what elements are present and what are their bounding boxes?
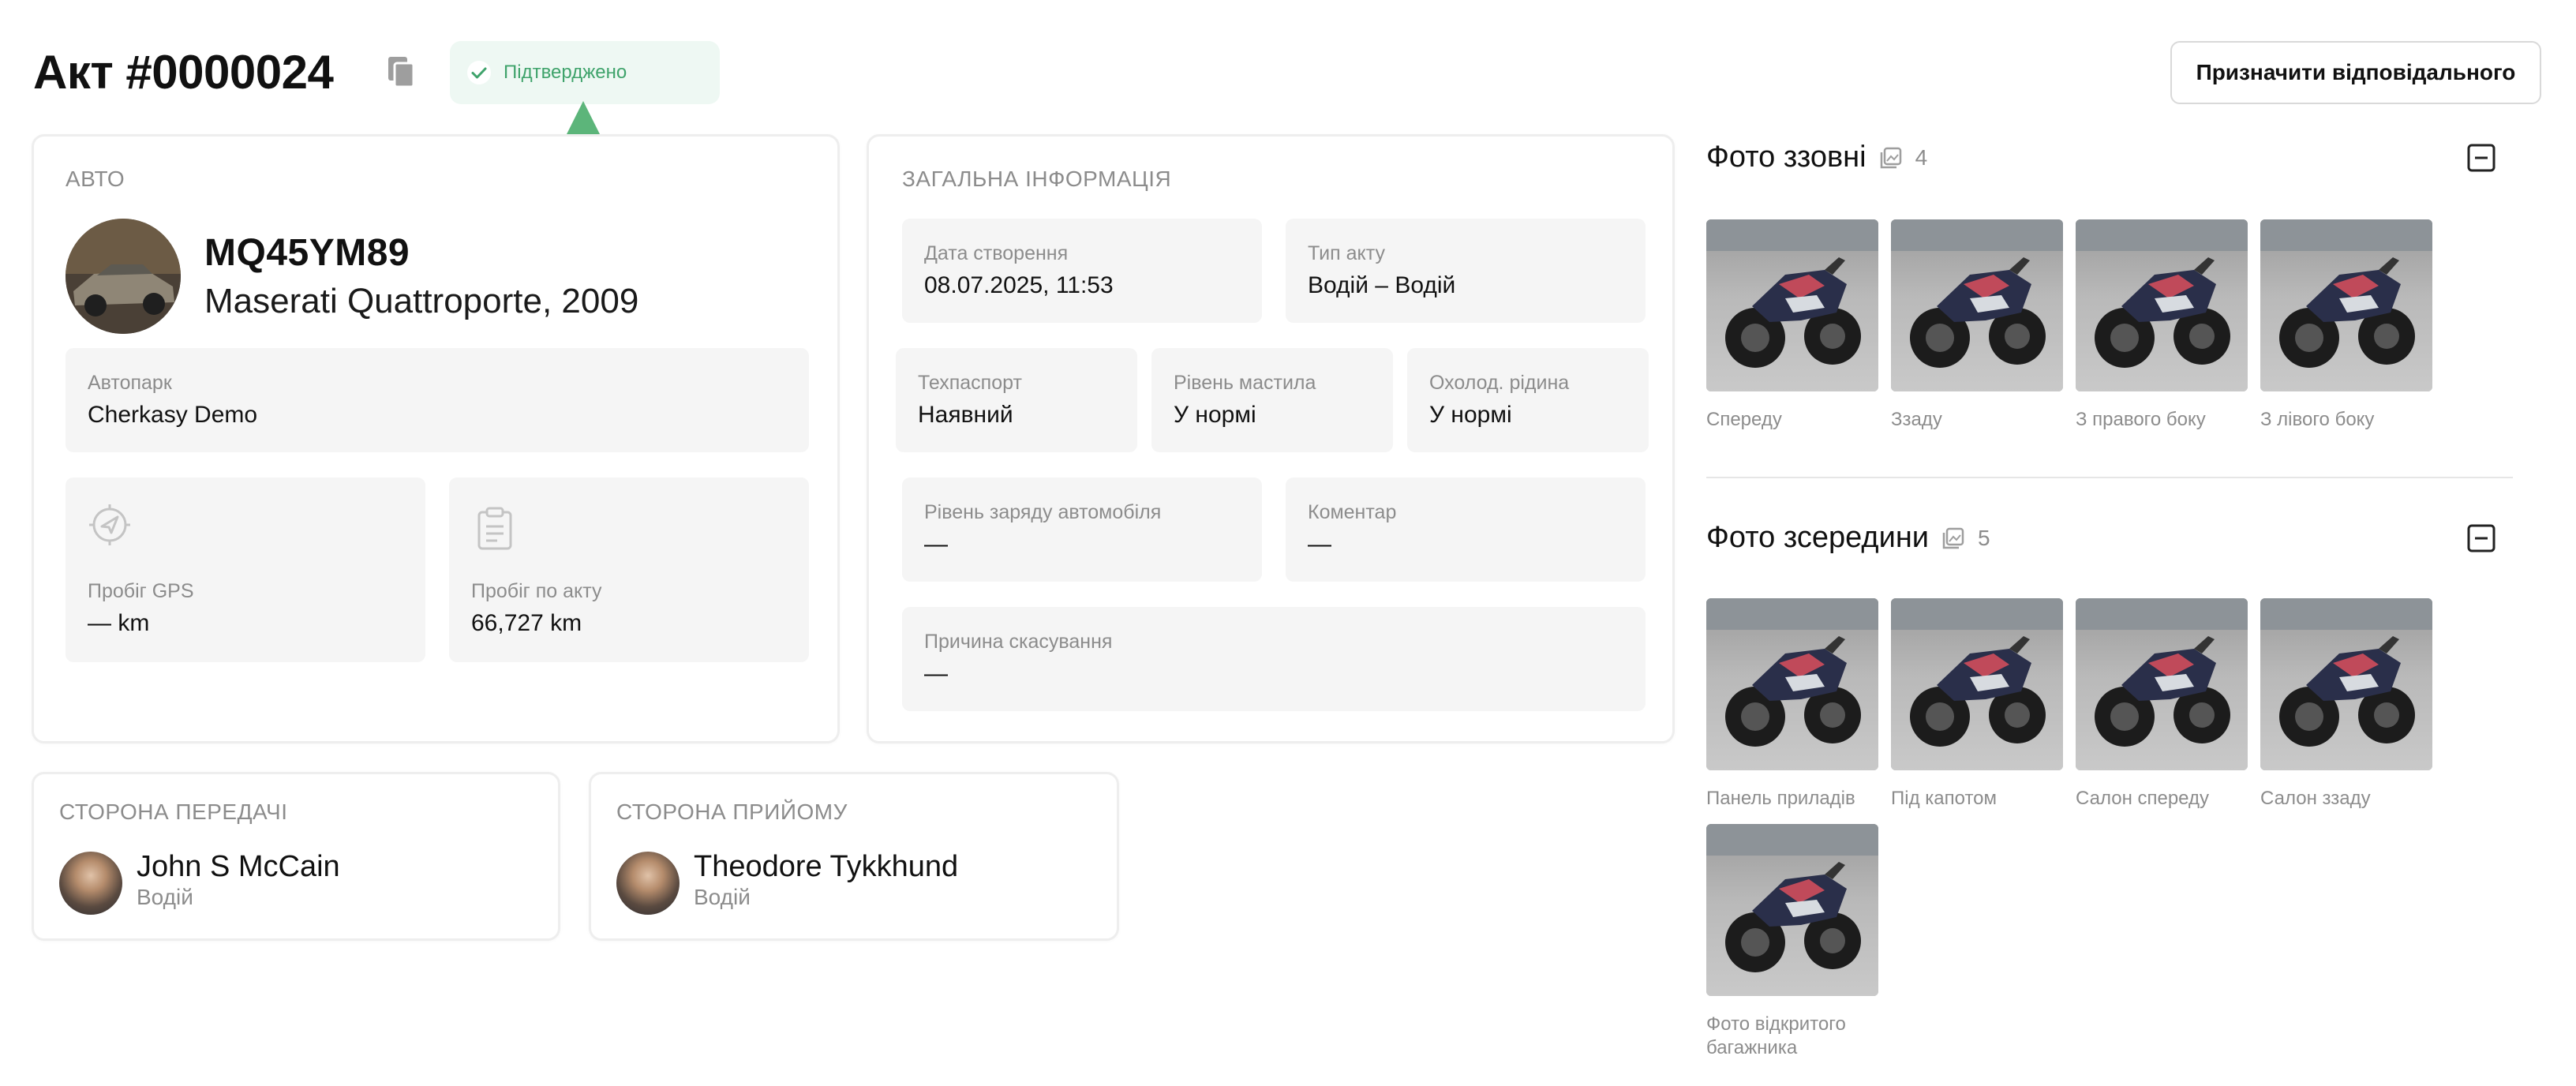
photos-inside-header: Фото зсередини 5: [1706, 521, 1990, 555]
fleet-value: Cherkasy Demo: [88, 402, 258, 428]
comment-value: —: [1308, 531, 1331, 557]
photos-inside-title: Фото зсередини: [1706, 521, 1930, 554]
fleet-tile: Автопарк Cherkasy Demo: [66, 348, 809, 452]
avatar: [616, 852, 680, 915]
car-plate: MQ45YM89: [204, 232, 410, 274]
gps-mileage-label: Пробіг GPS: [88, 580, 194, 602]
photo-item[interactable]: Ззаду: [1891, 219, 2072, 432]
images-icon: [1880, 147, 1901, 168]
images-icon: [1942, 527, 1964, 549]
photo-item[interactable]: З правого боку: [2076, 219, 2257, 432]
act-mileage-tile: Пробіг по акту 66,727 km: [449, 477, 809, 662]
cancel-reason-label: Причина скасування: [924, 631, 1113, 653]
navigation-icon: [89, 504, 130, 545]
photo-thumbnail[interactable]: [1706, 219, 1878, 391]
photo-thumbnail[interactable]: [2076, 598, 2248, 770]
charge-level-value: —: [924, 531, 948, 557]
photo-caption: Фото відкритого багажника: [1706, 1013, 1846, 1058]
photo-thumbnail[interactable]: [1891, 598, 2063, 770]
sender-card: СТОРОНА ПЕРЕДАЧІ John S McCain Водій: [32, 772, 560, 941]
receiver-role: Водій: [694, 885, 751, 909]
photo-thumbnail[interactable]: [1706, 598, 1878, 770]
check-icon: [467, 61, 491, 84]
created-date-value: 08.07.2025, 11:53: [924, 272, 1114, 298]
minus-square-icon[interactable]: [2467, 144, 2496, 172]
photo-caption: Під капотом: [1891, 788, 1998, 809]
sender-name: John S McCain: [137, 850, 340, 883]
section-label: АВТО: [66, 167, 125, 191]
passport-value: Наявний: [918, 402, 1013, 428]
receiver-card: СТОРОНА ПРИЙОМУ Theodore Tykkhund Водій: [589, 772, 1119, 941]
photo-caption: Ззаду: [1891, 409, 1942, 430]
photo-caption: Салон ззаду: [2260, 788, 2371, 809]
status-badge: Підтверджено: [450, 41, 720, 104]
section-label: СТОРОНА ПЕРЕДАЧІ: [59, 800, 288, 824]
copy-icon[interactable]: [385, 55, 417, 90]
passport-tile: Техпаспорт Наявний: [896, 348, 1137, 452]
oil-level-value: У нормі: [1174, 402, 1256, 428]
fleet-label: Автопарк: [88, 372, 172, 394]
act-type-value: Водій – Водій: [1308, 272, 1456, 298]
general-info-card: ЗАГАЛЬНА ІНФОРМАЦІЯ Дата створення 08.07…: [867, 134, 1675, 743]
photos-outside-count: 4: [1915, 144, 1928, 170]
act-type-tile: Тип акту Водій – Водій: [1286, 219, 1646, 323]
gps-mileage-value: — km: [88, 610, 150, 636]
photo-item[interactable]: Спереду: [1706, 219, 1888, 432]
sender-role: Водій: [137, 885, 193, 909]
photo-thumbnail[interactable]: [1706, 824, 1878, 996]
passport-label: Техпаспорт: [918, 372, 1022, 394]
act-type-label: Тип акту: [1308, 242, 1385, 264]
car-model: Maserati Quattroporte, 2009: [204, 282, 639, 320]
status-text: Підтверджено: [504, 62, 627, 83]
charge-level-label: Рівень заряду автомобіля: [924, 501, 1162, 523]
avatar: [59, 852, 122, 915]
coolant-tile: Охолод. рідина У нормі: [1407, 348, 1649, 452]
assign-responsible-button[interactable]: Призначити відповідального: [2170, 41, 2541, 104]
coolant-label: Охолод. рідина: [1429, 372, 1570, 394]
comment-tile: Коментар —: [1286, 477, 1646, 582]
photo-item[interactable]: З лівого боку: [2260, 219, 2442, 432]
photo-thumbnail[interactable]: [2076, 219, 2248, 391]
section-label: СТОРОНА ПРИЙОМУ: [616, 800, 848, 824]
minus-square-icon[interactable]: [2467, 524, 2496, 552]
cancel-reason-value: —: [924, 661, 948, 687]
photo-caption: Спереду: [1706, 409, 1782, 430]
car-card: АВТО MQ45YM89 Maserati Quattroporte, 200…: [32, 134, 840, 743]
photo-item[interactable]: Під капотом: [1891, 598, 2072, 811]
photo-caption: Салон спереду: [2076, 788, 2210, 809]
photo-thumbnail[interactable]: [2260, 219, 2432, 391]
act-mileage-label: Пробіг по акту: [471, 580, 602, 602]
photo-item[interactable]: Салон ззаду: [2260, 598, 2442, 811]
divider: [1706, 477, 2513, 478]
clipboard-icon: [477, 507, 512, 550]
photos-inside-count: 5: [1978, 525, 1990, 550]
created-date-tile: Дата створення 08.07.2025, 11:53: [902, 219, 1262, 323]
charge-level-tile: Рівень заряду автомобіля —: [902, 477, 1262, 582]
photos-outside-section: Фото ззовні 4 Спереду Ззаду З правого бо…: [1706, 134, 2543, 481]
receiver-name: Theodore Tykkhund: [694, 850, 959, 883]
cancel-reason-tile: Причина скасування —: [902, 607, 1646, 711]
photos-inside-section: Фото зсередини 5 Панель приладів Під кап…: [1706, 515, 2543, 1067]
coolant-value: У нормі: [1429, 402, 1512, 428]
photo-caption: З лівого боку: [2260, 409, 2375, 430]
oil-level-label: Рівень мастила: [1174, 372, 1316, 394]
photos-outside-title: Фото ззовні: [1706, 140, 1866, 174]
page-title: Акт #0000024: [33, 46, 334, 99]
section-label: ЗАГАЛЬНА ІНФОРМАЦІЯ: [902, 167, 1172, 191]
act-mileage-value: 66,727 km: [471, 610, 582, 636]
photo-thumbnail[interactable]: [1891, 219, 2063, 391]
oil-level-tile: Рівень мастила У нормі: [1151, 348, 1393, 452]
comment-label: Коментар: [1308, 501, 1397, 523]
photo-caption: Панель приладів: [1706, 788, 1855, 809]
photo-item[interactable]: Фото відкритого багажника: [1706, 824, 1880, 1060]
car-avatar: [66, 219, 181, 334]
created-date-label: Дата створення: [924, 242, 1069, 264]
photo-thumbnail[interactable]: [2260, 598, 2432, 770]
photo-caption: З правого боку: [2076, 409, 2206, 430]
gps-mileage-tile: Пробіг GPS — km: [66, 477, 425, 662]
photos-outside-header: Фото ззовні 4: [1706, 140, 1927, 174]
photo-item[interactable]: Салон спереду: [2076, 598, 2257, 811]
photo-item[interactable]: Панель приладів: [1706, 598, 1888, 811]
